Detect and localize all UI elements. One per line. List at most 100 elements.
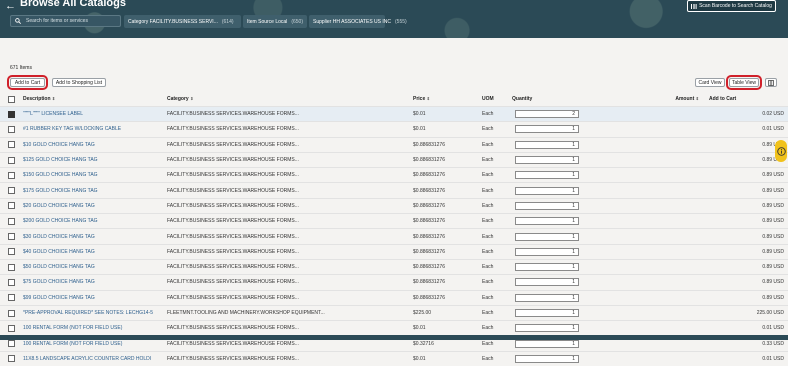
help-icon[interactable] <box>775 140 787 162</box>
quantity-input[interactable]: 1 <box>515 217 579 226</box>
item-category: FACILITY.BUSINESS SERVICES.WAREHOUSE FOR… <box>166 213 412 229</box>
row-checkbox[interactable] <box>8 248 15 256</box>
table-row[interactable]: $75 GOLD CHOICE HANG TAG FACILITY.BUSINES… <box>0 274 788 291</box>
row-checkbox[interactable] <box>8 125 15 133</box>
table-row[interactable]: #1 RUBBER KEY TAG W/LOCKING CABLE FACILIT… <box>0 121 788 138</box>
item-description-link[interactable]: $20 GOLD CHOICE HANG TAG <box>22 197 166 214</box>
item-description-link[interactable]: $150 GOLD CHOICE HANG TAG <box>22 167 166 183</box>
table-row[interactable]: $40 GOLD CHOICE HANG TAG FACILITY.BUSINES… <box>0 243 788 260</box>
filter-chip-count: (650) <box>291 18 303 25</box>
quantity-input[interactable]: 1 <box>515 339 579 348</box>
quantity-input[interactable]: 1 <box>515 324 579 333</box>
row-checkbox[interactable] <box>8 171 15 179</box>
column-header-price[interactable]: Price ⇕ <box>412 92 481 107</box>
quantity-input[interactable]: 1 <box>515 140 579 149</box>
item-description-link[interactable]: $50 GOLD CHOICE HANG TAG <box>22 258 166 275</box>
row-checkbox[interactable] <box>8 324 15 332</box>
quantity-input[interactable]: 1 <box>515 278 579 287</box>
item-description-link[interactable]: $200 GOLD CHOICE HANG TAG <box>22 213 166 229</box>
quantity-input[interactable]: 1 <box>515 201 579 210</box>
item-description-link[interactable]: 100 RENTAL FORM (NOT FOR FIELD USE) <box>22 320 166 336</box>
item-description-link[interactable]: $175 GOLD CHOICE HANG TAG <box>22 182 166 199</box>
item-amount: 0.01 USD <box>703 320 788 336</box>
column-header-quantity: Quantity <box>512 96 533 102</box>
scan-barcode-button[interactable]: Scan Barcode to Search Catalog <box>687 0 776 12</box>
table-row[interactable]: $30 GOLD CHOICE HANG TAG FACILITY.BUSINES… <box>0 228 788 245</box>
grid-view-icon <box>768 79 774 86</box>
item-uom: Each <box>481 243 511 260</box>
quantity-input[interactable]: 1 <box>515 263 579 272</box>
quantity-input[interactable]: 1 <box>515 247 579 256</box>
item-price: $0.886831276 <box>412 197 481 214</box>
card-view-button[interactable]: Card View <box>695 78 725 87</box>
row-checkbox[interactable] <box>8 202 15 210</box>
item-category: FACILITY.BUSINESS SERVICES.WAREHOUSE FOR… <box>166 151 412 168</box>
filter-chip-category[interactable]: Category FACILITY.BUSINESS SERVI... (614… <box>124 15 241 28</box>
table-row[interactable]: $200 GOLD CHOICE HANG TAG FACILITY.BUSINE… <box>0 213 788 229</box>
item-description-link[interactable]: $125 GOLD CHOICE HANG TAG <box>22 151 166 168</box>
table-row[interactable]: $150 GOLD CHOICE HANG TAG FACILITY.BUSINE… <box>0 167 788 183</box>
item-amount: 0.01 USD <box>703 350 788 366</box>
row-checkbox[interactable] <box>8 156 15 164</box>
item-category: FACILITY.BUSINESS SERVICES.WAREHOUSE FOR… <box>166 197 412 214</box>
quantity-input[interactable]: 1 <box>515 171 579 180</box>
filter-chip-item-source[interactable]: Item Source Local (650) <box>243 15 307 28</box>
filter-chip-supplier[interactable]: Supplier HH ASSOCIATES US INC (555) <box>309 15 407 28</box>
quantity-input[interactable]: 1 <box>515 232 579 241</box>
table-row[interactable]: $99 GOLD CHOICE HANG TAG FACILITY.BUSINES… <box>0 289 788 306</box>
item-description-link[interactable]: 11X8.5 LANDSCAPE ACRYLIC COUNTER CARD HO… <box>22 350 166 366</box>
table-row[interactable]: $50 GOLD CHOICE HANG TAG FACILITY.BUSINES… <box>0 258 788 275</box>
select-all-checkbox[interactable] <box>8 95 15 103</box>
row-checkbox[interactable] <box>8 217 15 225</box>
quantity-input[interactable]: 1 <box>515 293 579 302</box>
grid-view-button[interactable] <box>765 78 777 87</box>
table-row[interactable]: $175 GOLD CHOICE HANG TAG FACILITY.BUSINE… <box>0 182 788 199</box>
table-row[interactable]: *PRE-APPROVAL REQUIRED* SEE NOTES: LECHG… <box>0 304 788 321</box>
item-description-link[interactable]: $10 GOLD CHOICE HANG TAG <box>22 136 166 153</box>
item-description-link[interactable]: """"L"""" LICENSEE LABEL <box>22 105 166 122</box>
row-checkbox[interactable] <box>8 309 15 317</box>
column-header-uom: UOM <box>482 96 494 102</box>
page-header: ← Browse All Catalogs Scan Barcode to Se… <box>0 0 788 38</box>
row-checkbox[interactable] <box>8 141 15 149</box>
quantity-input[interactable]: 1 <box>515 354 579 363</box>
item-description-link[interactable]: $30 GOLD CHOICE HANG TAG <box>22 228 166 245</box>
add-to-cart-button[interactable]: Add to Cart <box>7 75 48 90</box>
item-description-link[interactable]: $75 GOLD CHOICE HANG TAG <box>22 274 166 291</box>
row-checkbox[interactable] <box>8 278 15 286</box>
table-row[interactable]: $20 GOLD CHOICE HANG TAG FACILITY.BUSINES… <box>0 197 788 214</box>
table-row[interactable]: 11X8.5 LANDSCAPE ACRYLIC COUNTER CARD HO… <box>0 350 788 366</box>
item-description-link[interactable]: #1 RUBBER KEY TAG W/LOCKING CABLE <box>22 121 166 138</box>
row-checkbox[interactable] <box>8 187 15 195</box>
row-checkbox[interactable] <box>8 263 15 271</box>
row-checkbox[interactable] <box>8 355 15 363</box>
table-row[interactable]: 100 RENTAL FORM (NOT FOR FIELD USE) FACIL… <box>0 320 788 336</box>
scan-barcode-label: Scan Barcode to Search Catalog <box>699 3 772 9</box>
quantity-input[interactable]: 1 <box>515 309 579 317</box>
column-header-description[interactable]: Description ⇕ <box>22 92 166 107</box>
item-description-link[interactable]: $99 GOLD CHOICE HANG TAG <box>22 289 166 306</box>
table-row[interactable]: $10 GOLD CHOICE HANG TAG FACILITY.BUSINES… <box>0 136 788 153</box>
row-checkbox[interactable] <box>8 294 15 302</box>
table-row[interactable]: """"L"""" LICENSEE LABEL FACILITY.BUSINES… <box>0 105 788 122</box>
item-uom: Each <box>481 350 511 366</box>
item-description-link[interactable]: $40 GOLD CHOICE HANG TAG <box>22 243 166 260</box>
back-arrow-icon[interactable]: ← <box>5 0 16 12</box>
row-checkbox[interactable] <box>8 340 15 348</box>
item-price: $0.01 <box>412 121 481 138</box>
item-description-link[interactable]: *PRE-APPROVAL REQUIRED* SEE NOTES: LECHG… <box>22 304 166 321</box>
search-input[interactable] <box>24 17 118 25</box>
quantity-input[interactable]: 1 <box>515 156 579 165</box>
quantity-input[interactable]: 1 <box>515 125 579 134</box>
column-header-category[interactable]: Category ⇕ <box>166 92 412 107</box>
table-row[interactable]: $125 GOLD CHOICE HANG TAG FACILITY.BUSINE… <box>0 151 788 168</box>
column-header-amount[interactable]: Amount ⇕ <box>581 92 703 107</box>
quantity-input[interactable]: 2 <box>515 110 579 119</box>
row-checkbox[interactable] <box>8 110 15 118</box>
quantity-input[interactable]: 1 <box>515 186 579 195</box>
row-checkbox[interactable] <box>8 233 15 241</box>
filter-chip-count: (614) <box>221 18 234 25</box>
search-box[interactable] <box>10 15 121 27</box>
add-to-shopping-list-button[interactable]: Add to Shopping List <box>52 78 106 87</box>
table-view-button[interactable]: Table View <box>726 75 762 90</box>
